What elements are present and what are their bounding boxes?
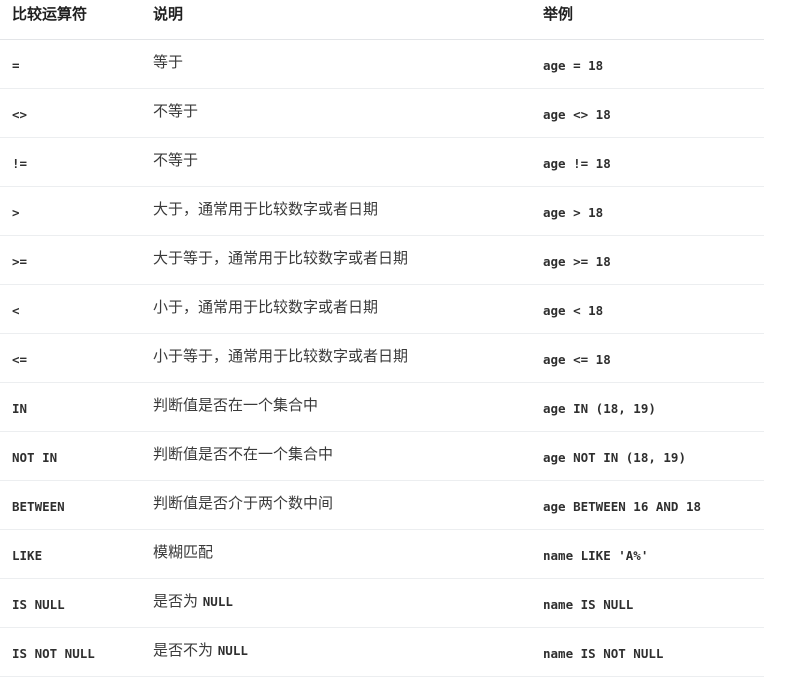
operator-cell: > <box>12 204 20 220</box>
table-header: 比较运算符 说明 举例 <box>0 0 764 40</box>
description-inline-code: NULL <box>202 593 233 609</box>
table-body: = 等于 age = 18 <> 不等于 age <> 18 != 不等于 age != 18 >… <box>0 40 764 677</box>
description-cell: 小于，通常用于比较数字或者日期 <box>153 298 378 316</box>
table-row: IN 判断值是否在一个集合中 age IN (18, 19) <box>0 383 764 432</box>
example-cell: name IS NOT NULL <box>543 645 664 661</box>
example-cell: name LIKE 'A%' <box>543 547 649 563</box>
description-cell: 是否不为 NULL <box>153 641 248 659</box>
operator-cell: LIKE <box>12 547 43 563</box>
description-cell: 等于 <box>153 53 183 71</box>
operator-cell: = <box>12 57 20 73</box>
header-example: 举例 <box>543 5 574 23</box>
table-row: <= 小于等于，通常用于比较数字或者日期 age <= 18 <box>0 334 764 383</box>
table-row: IS NULL 是否为 NULL name IS NULL <box>0 579 764 628</box>
example-cell: age > 18 <box>543 204 604 220</box>
description-cell: 判断值是否在一个集合中 <box>153 396 318 414</box>
header-operator: 比较运算符 <box>12 5 88 23</box>
example-cell: age <> 18 <box>543 106 611 122</box>
table-row: = 等于 age = 18 <box>0 40 764 89</box>
example-cell: age BETWEEN 16 AND 18 <box>543 498 702 514</box>
table-row: != 不等于 age != 18 <box>0 138 764 187</box>
description-text: 判断值是否在一个集合中 <box>153 395 319 414</box>
table-row: < 小于，通常用于比较数字或者日期 age < 18 <box>0 285 764 334</box>
example-cell: age = 18 <box>543 57 604 73</box>
operator-cell: NOT IN <box>12 449 58 465</box>
comparison-operators-table: 比较运算符 说明 举例 = 等于 age = 18 <> 不等于 age <> 18 != 不… <box>0 0 764 677</box>
description-text: 不等于 <box>153 101 199 120</box>
example-cell: age >= 18 <box>543 253 611 269</box>
example-cell: name IS NULL <box>543 596 634 612</box>
example-cell: age < 18 <box>543 302 604 318</box>
table-row: >= 大于等于，通常用于比较数字或者日期 age >= 18 <box>0 236 764 285</box>
operator-cell: < <box>12 302 20 318</box>
description-cell: 判断值是否不在一个集合中 <box>153 445 333 463</box>
operator-cell: IS NULL <box>12 596 65 612</box>
table-row: BETWEEN 判断值是否介于两个数中间 age BETWEEN 16 AND 18 <box>0 481 764 530</box>
description-text: 是否不为 <box>153 640 218 659</box>
operator-cell: BETWEEN <box>12 498 65 514</box>
operator-cell: != <box>12 155 28 171</box>
description-text: 判断值是否不在一个集合中 <box>153 444 334 463</box>
table-row: NOT IN 判断值是否不在一个集合中 age NOT IN (18, 19) <box>0 432 764 481</box>
header-description: 说明 <box>153 5 184 23</box>
description-cell: 判断值是否介于两个数中间 <box>153 494 333 512</box>
table-row: IS NOT NULL 是否不为 NULL name IS NOT NULL <box>0 628 764 677</box>
description-text: 模糊匹配 <box>153 542 214 561</box>
description-inline-code: NULL <box>217 642 248 658</box>
description-text: 是否为 <box>153 591 203 610</box>
operator-cell: <= <box>12 351 28 367</box>
example-cell: age NOT IN (18, 19) <box>543 449 686 465</box>
description-text: 判断值是否介于两个数中间 <box>153 493 334 512</box>
example-cell: age <= 18 <box>543 351 611 367</box>
table-row: LIKE 模糊匹配 name LIKE 'A%' <box>0 530 764 579</box>
table-row: <> 不等于 age <> 18 <box>0 89 764 138</box>
description-cell: 不等于 <box>153 151 198 169</box>
example-cell: age != 18 <box>543 155 611 171</box>
table-row: > 大于，通常用于比较数字或者日期 age > 18 <box>0 187 764 236</box>
operator-cell: IS NOT NULL <box>12 645 95 661</box>
description-cell: 是否为 NULL <box>153 592 233 610</box>
operator-cell: IN <box>12 400 28 416</box>
operator-cell: >= <box>12 253 28 269</box>
description-text: 不等于 <box>153 150 199 169</box>
operator-cell: <> <box>12 106 28 122</box>
description-cell: 大于等于，通常用于比较数字或者日期 <box>153 249 408 267</box>
description-text: 大于，通常用于比较数字或者日期 <box>153 199 379 218</box>
description-text: 小于等于，通常用于比较数字或者日期 <box>153 346 409 365</box>
description-text: 小于，通常用于比较数字或者日期 <box>153 297 379 316</box>
description-cell: 大于，通常用于比较数字或者日期 <box>153 200 378 218</box>
description-cell: 小于等于，通常用于比较数字或者日期 <box>153 347 408 365</box>
description-text: 等于 <box>153 52 184 71</box>
example-cell: age IN (18, 19) <box>543 400 656 416</box>
description-text: 大于等于，通常用于比较数字或者日期 <box>153 248 409 267</box>
description-cell: 不等于 <box>153 102 198 120</box>
description-cell: 模糊匹配 <box>153 543 213 561</box>
